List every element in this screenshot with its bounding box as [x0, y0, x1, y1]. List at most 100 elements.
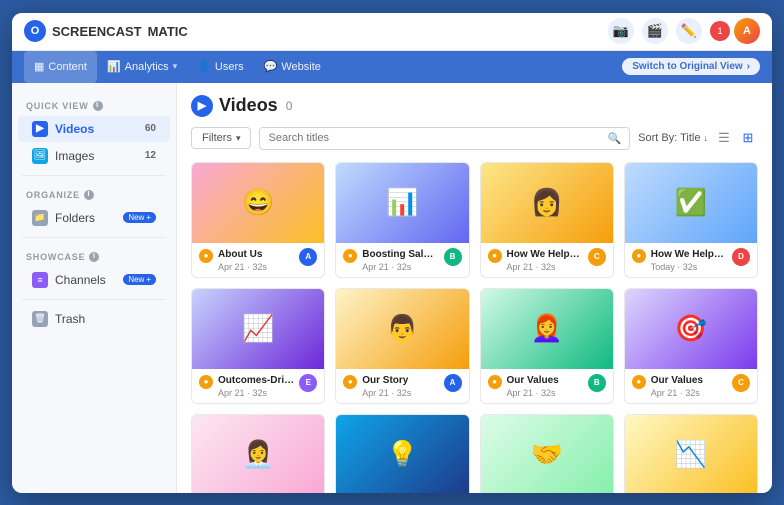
videos-icon: ▶: [32, 121, 48, 137]
plus-icon-2: +: [146, 275, 151, 284]
sidebar-item-folders[interactable]: 📁 Folders New +: [18, 205, 170, 231]
folders-icon: 📁: [32, 210, 48, 226]
video-card[interactable]: 👨 ● Our Story Apr 21 · 32s A: [335, 288, 469, 404]
analytics-icon: 📊: [107, 60, 121, 73]
sidebar-videos-label: Videos: [55, 122, 94, 136]
sidebar-channels-label: Channels: [55, 273, 106, 287]
website-icon: 💬: [264, 60, 278, 73]
video-title: About Us: [218, 248, 294, 261]
video-card[interactable]: 📊 ● Boosting Sales: X&Co Apr 21 · 32s B: [335, 162, 469, 278]
sidebar-images-label: Images: [55, 149, 94, 163]
video-info: ● Outcomes-Driven Ap... Apr 21 · 32s E: [192, 369, 324, 403]
filter-label: Filters: [202, 132, 232, 144]
video-meta: How We Helped X&Co Today · 32s: [651, 248, 727, 272]
sidebar-item-videos[interactable]: ▶ Videos 60: [18, 116, 170, 142]
sidebar-item-trash[interactable]: 🗑 Trash: [18, 306, 170, 332]
video-info: ● Our Values Apr 21 · 32s B: [481, 369, 613, 403]
nav-item-website[interactable]: 💬 Website: [254, 51, 331, 83]
video-card[interactable]: ✅ ● How We Helped X&Co Today · 32s D: [624, 162, 758, 278]
video-title: Our Values: [651, 374, 727, 387]
nav-analytics-label: Analytics: [125, 61, 169, 73]
video-title: Our Story: [362, 374, 438, 387]
video-status-icon: ●: [343, 249, 357, 263]
video-avatar: E: [299, 374, 317, 392]
video-status-icon: ●: [488, 249, 502, 263]
nav-bar-right: Switch to Original View ›: [622, 58, 760, 75]
video-thumbnail: ✅: [625, 163, 757, 243]
filters-button[interactable]: Filters ▾: [191, 127, 251, 149]
sidebar-item-channels[interactable]: ≡ Channels New +: [18, 267, 170, 293]
nav-item-content[interactable]: ▦ Content: [24, 51, 97, 83]
content-header: ▶ Videos 0: [191, 95, 758, 117]
video-info: ● How We Helped X&Co Today · 32s D: [625, 243, 757, 277]
nav-item-users[interactable]: 👤 Users: [187, 51, 253, 83]
images-count-badge: 12: [145, 150, 156, 161]
showcase-info-icon[interactable]: i: [89, 252, 99, 262]
user-avatar[interactable]: A: [734, 18, 760, 44]
sidebar-divider-2: [22, 237, 166, 238]
video-title: Our Values: [507, 374, 583, 387]
app-logo: O SCREENCAST MATIC: [24, 20, 188, 42]
toolbar: Filters ▾ 🔍 Sort By: Title ↓ ☰ ⊞: [191, 127, 758, 150]
title-bar: O SCREENCAST MATIC 📷 🎬 ✏️ 1 A: [12, 13, 772, 51]
video-date: Apr 21 · 32s: [651, 388, 727, 398]
images-icon: 🖼: [32, 148, 48, 164]
content-title: ▶ Videos 0: [191, 95, 292, 117]
video-card[interactable]: 👩 ● How We Helped X&Co Apr 21 · 32s C: [480, 162, 614, 278]
organize-info-icon[interactable]: i: [84, 190, 94, 200]
sidebar: QUICK VIEW i ▶ Videos 60 🖼 Images 12 ORG…: [12, 83, 177, 493]
video-meta: Our Values Apr 21 · 32s: [507, 374, 583, 398]
view-icons: ☰ ⊞: [714, 128, 758, 148]
video-avatar: B: [444, 248, 462, 266]
video-card[interactable]: 👩‍💼 ● Principles We Stand By... Apr 21 ·…: [191, 414, 325, 493]
video-card[interactable]: 📈 ● Outcomes-Driven Ap... Apr 21 · 32s E: [191, 288, 325, 404]
video-icon[interactable]: 🎬: [642, 18, 668, 44]
trash-icon: 🗑: [32, 311, 48, 327]
video-card[interactable]: 👩‍🦰 ● Our Values Apr 21 · 32s B: [480, 288, 614, 404]
sort-label[interactable]: Sort By: Title ↓: [638, 132, 708, 144]
video-card[interactable]: 🎯 ● Our Values Apr 21 · 32s C: [624, 288, 758, 404]
video-thumbnail: 📈: [192, 289, 324, 369]
videos-count-badge: 60: [145, 123, 156, 134]
nav-users-label: Users: [215, 61, 244, 73]
video-card[interactable]: 🤝 ● The Numbers: Young... Apr 21 · 32s A: [480, 414, 614, 493]
switch-view-button[interactable]: Switch to Original View ›: [622, 58, 760, 75]
sidebar-divider-3: [22, 299, 166, 300]
video-status-icon: ●: [488, 375, 502, 389]
video-date: Apr 21 · 32s: [507, 262, 583, 272]
list-view-icon[interactable]: ☰: [714, 128, 734, 148]
sidebar-item-images[interactable]: 🖼 Images 12: [18, 143, 170, 169]
main-layout: QUICK VIEW i ▶ Videos 60 🖼 Images 12 ORG…: [12, 83, 772, 493]
chevron-down-icon: ▾: [236, 133, 241, 144]
video-card[interactable]: 📉 ● The Numbers: Young... Apr 21 · 32s B: [624, 414, 758, 493]
camera-icon[interactable]: 📷: [608, 18, 634, 44]
video-title: How We Helped X&Co: [651, 248, 727, 261]
chevron-right-icon: ›: [747, 61, 750, 72]
video-status-icon: ●: [199, 375, 213, 389]
video-date: Apr 21 · 32s: [362, 388, 438, 398]
nav-content-label: Content: [48, 61, 87, 73]
video-avatar: C: [732, 374, 750, 392]
video-title: Outcomes-Driven Ap...: [218, 374, 294, 387]
notification-badge[interactable]: 1: [710, 21, 730, 41]
search-input[interactable]: [268, 132, 601, 144]
video-meta: Boosting Sales: X&Co Apr 21 · 32s: [362, 248, 438, 272]
video-meta: Our Story Apr 21 · 32s: [362, 374, 438, 398]
video-meta: Our Values Apr 21 · 32s: [651, 374, 727, 398]
channels-new-badge: New +: [123, 274, 156, 285]
sidebar-folders-label: Folders: [55, 211, 95, 225]
users-icon: 👤: [197, 60, 211, 73]
title-bar-actions: 📷 🎬 ✏️ 1 A: [608, 18, 760, 44]
grid-view-icon[interactable]: ⊞: [738, 128, 758, 148]
video-date: Apr 21 · 32s: [507, 388, 583, 398]
video-info: ● Our Values Apr 21 · 32s C: [625, 369, 757, 403]
edit-icon[interactable]: ✏️: [676, 18, 702, 44]
app-name-2: MATIC: [148, 24, 188, 39]
quick-view-info-icon[interactable]: i: [93, 101, 103, 111]
nav-item-analytics[interactable]: 📊 Analytics ▾: [97, 51, 187, 83]
app-name-1: SCREENCAST: [52, 24, 142, 39]
video-card[interactable]: 😄 ● About Us Apr 21 · 32s A: [191, 162, 325, 278]
app-window: O SCREENCAST MATIC 📷 🎬 ✏️ 1 A ▦ Content …: [12, 13, 772, 493]
video-card[interactable]: 💡 ● Sales Lift: Merriweather... Apr 21 ·…: [335, 414, 469, 493]
content-title-icon: ▶: [191, 95, 213, 117]
